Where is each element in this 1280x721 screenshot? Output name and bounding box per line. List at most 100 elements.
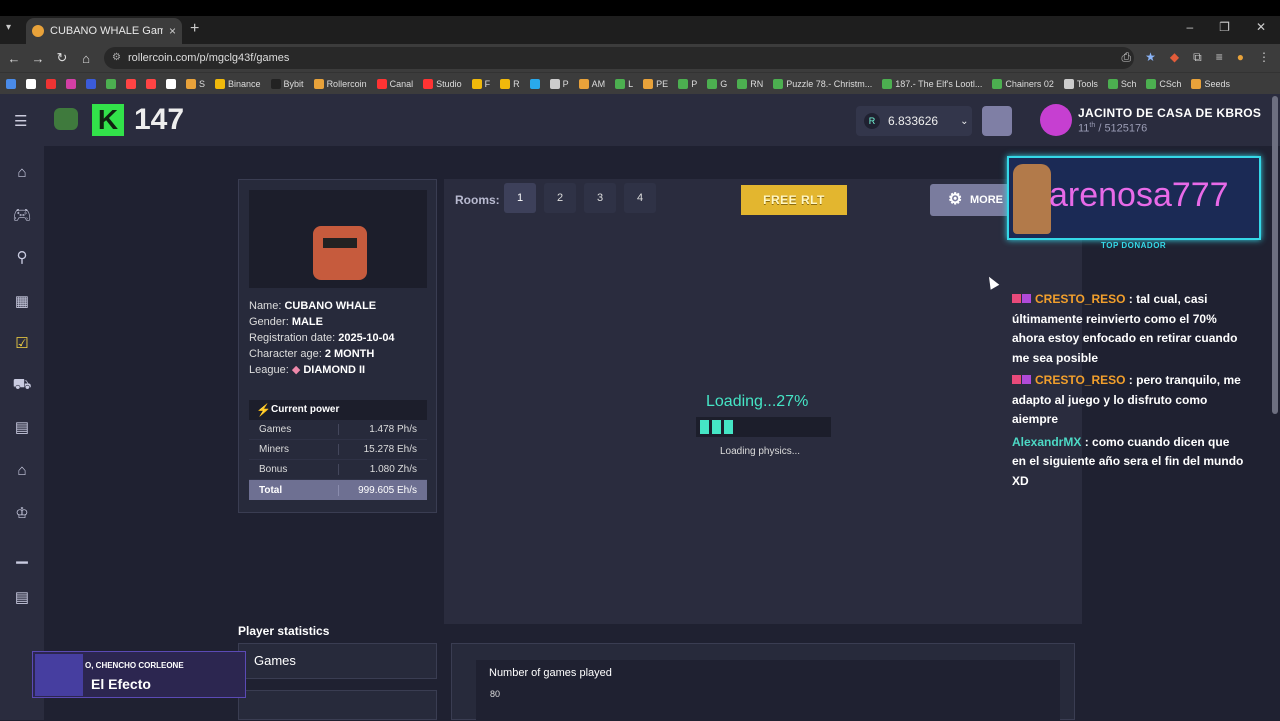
rewards-nav-icon[interactable]: ⚲ [12, 248, 32, 266]
bookmark-item[interactable]: RN [737, 78, 763, 89]
home-icon[interactable]: ⌂ [74, 51, 98, 66]
bookmarks-bar: S Binance Bybit Rollercoin Canal Studio … [0, 72, 1280, 94]
games-nav-icon[interactable]: 🎮︎ [12, 206, 32, 224]
media-icon[interactable]: ≡ [1216, 50, 1223, 65]
lightning-icon: ⚡ [256, 403, 271, 417]
sidebar: ⌂ 🎮︎ ⚲ ▦ ☑ ⛟ ▤ ⌂ ♔ ▁ ▤ [0, 146, 44, 720]
stat-tab[interactable] [238, 690, 437, 720]
home-nav-icon[interactable]: ⌂ [12, 164, 32, 182]
extension-icon[interactable]: ◆ [1170, 50, 1179, 65]
k-logo: K [92, 104, 124, 136]
bookmark-item[interactable]: Canal [376, 78, 413, 89]
wallet-button[interactable] [982, 106, 1012, 136]
bookmark-item[interactable]: Rollercoin [313, 78, 367, 89]
new-tab-icon[interactable]: + [190, 20, 199, 38]
room-button-2[interactable]: 2 [544, 183, 576, 213]
trophy-nav-icon[interactable]: ♔ [12, 504, 32, 522]
address-bar: ← → ↻ ⌂ ⚙ rollercoin.com/p/mgclg43f/game… [0, 44, 1280, 72]
bookmark-item[interactable]: Seeds [1191, 78, 1230, 89]
window-controls: – ❐ ✕ [1186, 20, 1266, 34]
room-button-3[interactable]: 3 [584, 183, 616, 213]
tab-title: CUBANO WHALE Games | Rolle [50, 25, 163, 37]
store-nav-icon[interactable]: ▤ [12, 418, 32, 436]
profile-icon[interactable]: ● [1237, 50, 1244, 65]
site-info-icon[interactable]: ⚙ [112, 47, 121, 69]
power-row: Bonus 1.080 Zh/s [249, 460, 427, 480]
free-rlt-button[interactable]: FREE RLT [741, 185, 847, 215]
el-efecto-overlay: O, CHENCHO CORLEONE El Efecto [32, 651, 246, 698]
minimize-icon[interactable]: – [1186, 20, 1193, 34]
bookmark-item[interactable]: Tools [1063, 78, 1098, 89]
bookmark-item[interactable]: Bybit [270, 78, 304, 89]
bookmark-item[interactable]: P [678, 78, 697, 89]
calendar-nav-icon[interactable]: ▦ [12, 292, 32, 310]
url-field[interactable]: ⚙ rollercoin.com/p/mgclg43f/games [104, 47, 1134, 69]
browser-tab[interactable]: CUBANO WHALE Games | Rolle × [26, 18, 182, 44]
rooms-label: Rooms: [455, 193, 500, 207]
bookmark-item[interactable]: CSch [1146, 78, 1181, 89]
bookmark-item[interactable] [46, 78, 56, 89]
loading-segment [724, 420, 733, 434]
rlt-currency-icon: R [864, 113, 880, 129]
efecto-main-text: El Efecto [91, 676, 151, 692]
power-total-row: Total 999.605 Eh/s [249, 480, 427, 500]
bookmark-item[interactable]: PE [643, 78, 668, 89]
menu-toggle-icon[interactable]: ☰ [14, 112, 27, 130]
donor-label: TOP DONADOR [1101, 241, 1167, 250]
bookmark-item[interactable]: 187.- The Elf's Lootl... [882, 78, 982, 89]
frog-avatar-icon[interactable] [54, 108, 78, 130]
close-window-icon[interactable]: ✕ [1256, 20, 1266, 34]
loading-segment [700, 420, 709, 434]
bookmark-star-icon[interactable]: ★ [1145, 50, 1156, 65]
bookmark-item[interactable] [106, 78, 116, 89]
app-header: ☰ K 147 R 6.833626 ⌄ JACINTO DE CASA DE … [0, 94, 1280, 146]
bookmark-item[interactable] [6, 78, 16, 89]
bookmark-item[interactable]: Chainers 02 [992, 78, 1054, 89]
restore-icon[interactable]: ❐ [1219, 20, 1230, 34]
reload-icon[interactable]: ↻ [50, 50, 74, 66]
news-nav-icon[interactable]: ▤ [12, 588, 32, 606]
tab-bar: ▾ CUBANO WHALE Games | Rolle × + – ❐ ✕ [0, 16, 1280, 44]
bookmark-item[interactable]: F [471, 78, 490, 89]
user-name[interactable]: JACINTO DE CASA DE KBROS [1078, 106, 1261, 120]
page-scrollbar[interactable] [1272, 96, 1278, 414]
bookmark-item[interactable] [26, 78, 36, 89]
chat-message: AlexandrMX : como cuando dicen que en el… [1012, 434, 1244, 488]
extensions-puzzle-icon[interactable]: ⧉ [1193, 50, 1202, 65]
room-button-4[interactable]: 4 [624, 183, 656, 213]
bookmark-item[interactable]: G [707, 78, 727, 89]
top-black-band [0, 0, 1280, 16]
bookmark-item[interactable] [66, 78, 76, 89]
close-tab-icon[interactable]: × [169, 24, 176, 38]
forward-icon[interactable]: → [26, 51, 50, 66]
install-icon[interactable]: ⎙ [1122, 50, 1132, 65]
bookmark-item[interactable]: Binance [215, 78, 261, 89]
menu-icon[interactable]: ⋮ [1258, 50, 1270, 65]
user-avatar[interactable] [1040, 104, 1072, 136]
bookmark-item[interactable]: S [186, 78, 205, 89]
back-icon[interactable]: ← [2, 51, 26, 66]
tasks-nav-icon[interactable]: ☑ [12, 334, 32, 352]
bookmark-item[interactable]: L [615, 78, 633, 89]
cart-nav-icon[interactable]: ⛟ [12, 376, 32, 394]
ranking-nav-icon[interactable]: ▁ [12, 546, 32, 564]
room-button-1[interactable]: 1 [504, 183, 536, 213]
bookmark-item[interactable]: R [500, 78, 520, 89]
marketplace-nav-icon[interactable]: ⌂ [12, 462, 32, 480]
bookmark-item[interactable] [86, 78, 96, 89]
bookmark-item[interactable] [126, 78, 136, 89]
bookmark-item[interactable] [529, 78, 540, 89]
bookmark-item[interactable]: Puzzle 78.- Christm... [773, 78, 872, 89]
bookmark-item[interactable]: Studio [423, 78, 462, 89]
bookmark-item[interactable]: AM [578, 78, 605, 89]
games-stat-tab[interactable]: Games [238, 643, 437, 679]
power-header: ⚡ Current power [249, 400, 427, 420]
bookmark-item[interactable]: P [549, 78, 569, 89]
loading-subtext: Loading physics... [720, 446, 801, 457]
bookmark-item[interactable] [146, 78, 156, 89]
bookmark-item[interactable] [166, 78, 176, 89]
balance-dropdown[interactable]: R 6.833626 ⌄ [856, 106, 972, 136]
bookmark-item[interactable]: Sch [1107, 78, 1136, 89]
user-rank: 11th / 5125176 [1078, 122, 1148, 135]
tab-search-icon[interactable]: ▾ [6, 22, 11, 33]
